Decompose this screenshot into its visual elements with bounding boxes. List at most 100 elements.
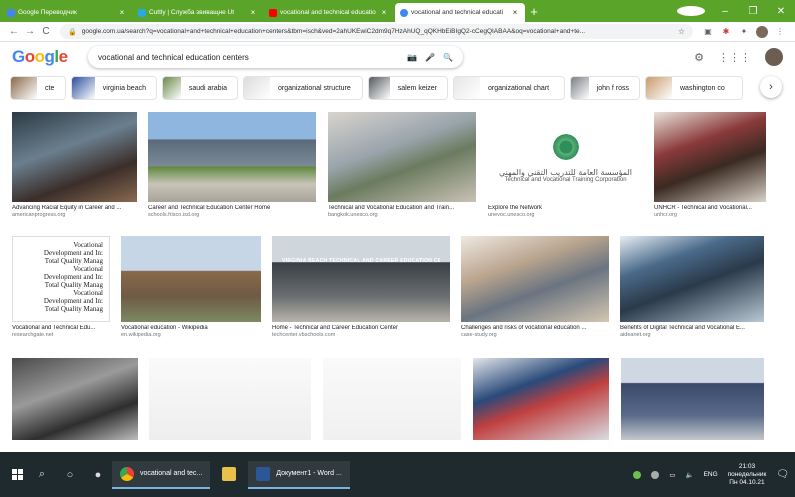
result-caption[interactable]: Benefits of Digital Technical and Vocati… xyxy=(620,325,764,331)
result-source[interactable]: en.wikipedia.org xyxy=(121,332,261,338)
address-bar[interactable]: 🔒 google.com.ua/search?q=vocational+and+… xyxy=(60,24,693,39)
result-thumbnail[interactable] xyxy=(473,358,609,440)
image-result[interactable]: Vocational Development and In: Total Quali… xyxy=(12,236,110,338)
result-thumbnail[interactable] xyxy=(12,358,138,440)
result-caption[interactable]: Vocational education - Wikipedia xyxy=(121,325,261,331)
related-search-chip[interactable]: organizational chart xyxy=(453,76,565,100)
close-icon[interactable]: × xyxy=(117,8,127,17)
result-source[interactable]: schools.frisco.isd.org xyxy=(148,212,316,218)
result-caption[interactable]: Advancing Racial Equity in Career and ..… xyxy=(12,205,137,211)
account-avatar[interactable] xyxy=(765,48,783,66)
search-input[interactable]: vocational and technical education cente… xyxy=(98,53,407,62)
close-icon[interactable]: × xyxy=(379,8,389,17)
result-thumbnail[interactable] xyxy=(12,112,137,202)
result-source[interactable]: researchgate.net xyxy=(12,332,110,338)
lock-icon[interactable]: 🔒 xyxy=(68,28,77,36)
related-search-chip[interactable]: saudi arabia xyxy=(162,76,238,100)
image-result[interactable]: UNHCR - Technical and Vocational... unhcr… xyxy=(654,112,766,218)
notifications-icon[interactable]: 🗨 xyxy=(776,469,789,480)
result-caption[interactable]: Home - Technical and Career Education Ce… xyxy=(272,325,450,331)
task-view-icon[interactable]: ○ xyxy=(56,461,84,489)
result-caption[interactable]: UNHCR - Technical and Vocational... xyxy=(654,205,766,211)
result-thumbnail[interactable] xyxy=(621,358,764,440)
result-source[interactable]: unevoc.unesco.org xyxy=(488,212,643,218)
clock[interactable]: 21:03 понедельник Пн 04.10.21 xyxy=(728,463,767,487)
minimize-button[interactable]: – xyxy=(711,6,739,17)
bookmark-star-icon[interactable]: ☆ xyxy=(678,27,685,36)
result-thumbnail[interactable] xyxy=(461,236,609,322)
microphone-icon[interactable]: 🎤 xyxy=(425,53,435,62)
tab-google-images[interactable]: vocational and technical educati × xyxy=(395,3,525,22)
result-thumbnail[interactable] xyxy=(149,358,311,440)
close-icon[interactable]: × xyxy=(248,8,258,17)
result-source[interactable]: case-study.org xyxy=(461,332,609,338)
tray-icon[interactable] xyxy=(651,470,660,479)
result-thumbnail[interactable] xyxy=(654,112,766,202)
back-button[interactable]: ← xyxy=(6,26,22,37)
result-source[interactable]: bangkok.unesco.org xyxy=(328,212,476,218)
network-icon[interactable]: ▭ xyxy=(669,471,675,479)
result-caption[interactable]: Technical and Vocational Education and T… xyxy=(328,205,476,211)
image-result[interactable] xyxy=(12,358,138,440)
search-box[interactable]: vocational and technical education cente… xyxy=(88,46,463,68)
related-search-chip[interactable]: salem keizer xyxy=(368,76,448,100)
taskbar-word[interactable]: Документ1 - Word ... xyxy=(248,460,350,489)
camera-search-icon[interactable]: 📷 xyxy=(407,53,417,62)
image-result[interactable]: Challenges and risks of vocational educa… xyxy=(461,236,609,338)
image-result[interactable]: المؤسسة العامة للتدريب التقني والمهني Tec… xyxy=(488,112,643,218)
chevron-right-icon[interactable]: › xyxy=(760,76,782,98)
related-search-chip[interactable]: cte xyxy=(10,76,66,100)
result-thumbnail[interactable] xyxy=(121,236,261,322)
start-button[interactable] xyxy=(6,464,28,486)
result-caption[interactable]: Challenges and risks of vocational educa… xyxy=(461,325,609,331)
related-search-chip[interactable]: virginia beach xyxy=(71,76,157,100)
result-thumbnail[interactable] xyxy=(328,112,476,202)
taskbar-chrome[interactable]: vocational and tec... xyxy=(112,460,211,489)
related-search-chip[interactable]: john f ross xyxy=(570,76,640,100)
result-thumbnail[interactable] xyxy=(148,112,316,202)
image-result[interactable]: Advancing Racial Equity in Career and ..… xyxy=(12,112,137,218)
cortana-icon[interactable]: ● xyxy=(84,461,112,489)
result-caption[interactable]: Career and Technical Education Center Ho… xyxy=(148,205,316,211)
related-search-chip[interactable]: organizational structure xyxy=(243,76,363,100)
related-search-chip[interactable]: washington co xyxy=(645,76,743,100)
google-logo[interactable]: Google xyxy=(12,47,82,67)
image-result[interactable] xyxy=(473,358,609,440)
taskbar-explorer[interactable] xyxy=(214,461,244,489)
extensions-icon[interactable]: ✦ xyxy=(737,26,751,38)
result-thumbnail[interactable] xyxy=(620,236,764,322)
search-icon[interactable]: ⌕ xyxy=(28,461,56,489)
forward-button[interactable]: → xyxy=(22,26,38,37)
maximize-button[interactable]: ❐ xyxy=(739,6,767,17)
image-result[interactable]: Benefits of Digital Technical and Vocati… xyxy=(620,236,764,338)
menu-dots-icon[interactable]: ⋮ xyxy=(773,26,787,38)
result-caption[interactable]: Vocational and Technical Edu... xyxy=(12,325,110,331)
close-window-button[interactable]: ✕ xyxy=(767,6,795,17)
result-thumbnail[interactable]: Vocational Development and In: Total Quali… xyxy=(12,236,110,322)
tab-google-translate[interactable]: Google Переводчик × xyxy=(2,3,132,22)
result-source[interactable]: aideanet.org xyxy=(620,332,764,338)
profile-icon[interactable] xyxy=(677,6,705,16)
image-result[interactable]: VIRGINIA BEACH TECHNICAL AND CAREER EDUC… xyxy=(272,236,450,338)
image-result[interactable] xyxy=(323,358,461,440)
image-result[interactable] xyxy=(621,358,764,440)
close-icon[interactable]: × xyxy=(510,8,520,17)
tab-youtube[interactable]: vocational and technical educatio × xyxy=(264,3,394,22)
search-icon[interactable]: 🔍 xyxy=(443,53,453,62)
result-thumbnail[interactable] xyxy=(323,358,461,440)
new-tab-button[interactable]: + xyxy=(526,3,542,22)
image-result[interactable]: Vocational education - Wikipedia en.wikip… xyxy=(121,236,261,338)
extension-icon[interactable]: ▣ xyxy=(701,26,715,38)
profile-avatar[interactable] xyxy=(755,25,769,38)
result-source[interactable]: americanprogress.org xyxy=(12,212,137,218)
result-source[interactable]: techcenter.vbschools.com xyxy=(272,332,450,338)
language-indicator[interactable]: ENG xyxy=(704,471,718,478)
image-result[interactable]: Career and Technical Education Center Ho… xyxy=(148,112,316,218)
image-result[interactable]: Technical and Vocational Education and T… xyxy=(328,112,476,218)
tray-status-icon[interactable] xyxy=(633,470,642,479)
reload-button[interactable]: C xyxy=(38,26,54,37)
result-source[interactable]: unhcr.org xyxy=(654,212,766,218)
result-thumbnail[interactable]: المؤسسة العامة للتدريب التقني والمهني Tec… xyxy=(488,112,643,202)
result-thumbnail[interactable]: VIRGINIA BEACH TECHNICAL AND CAREER EDUC… xyxy=(272,236,450,322)
tab-cuttly[interactable]: Cuttly | Служба звиващне Ut × xyxy=(133,3,263,22)
